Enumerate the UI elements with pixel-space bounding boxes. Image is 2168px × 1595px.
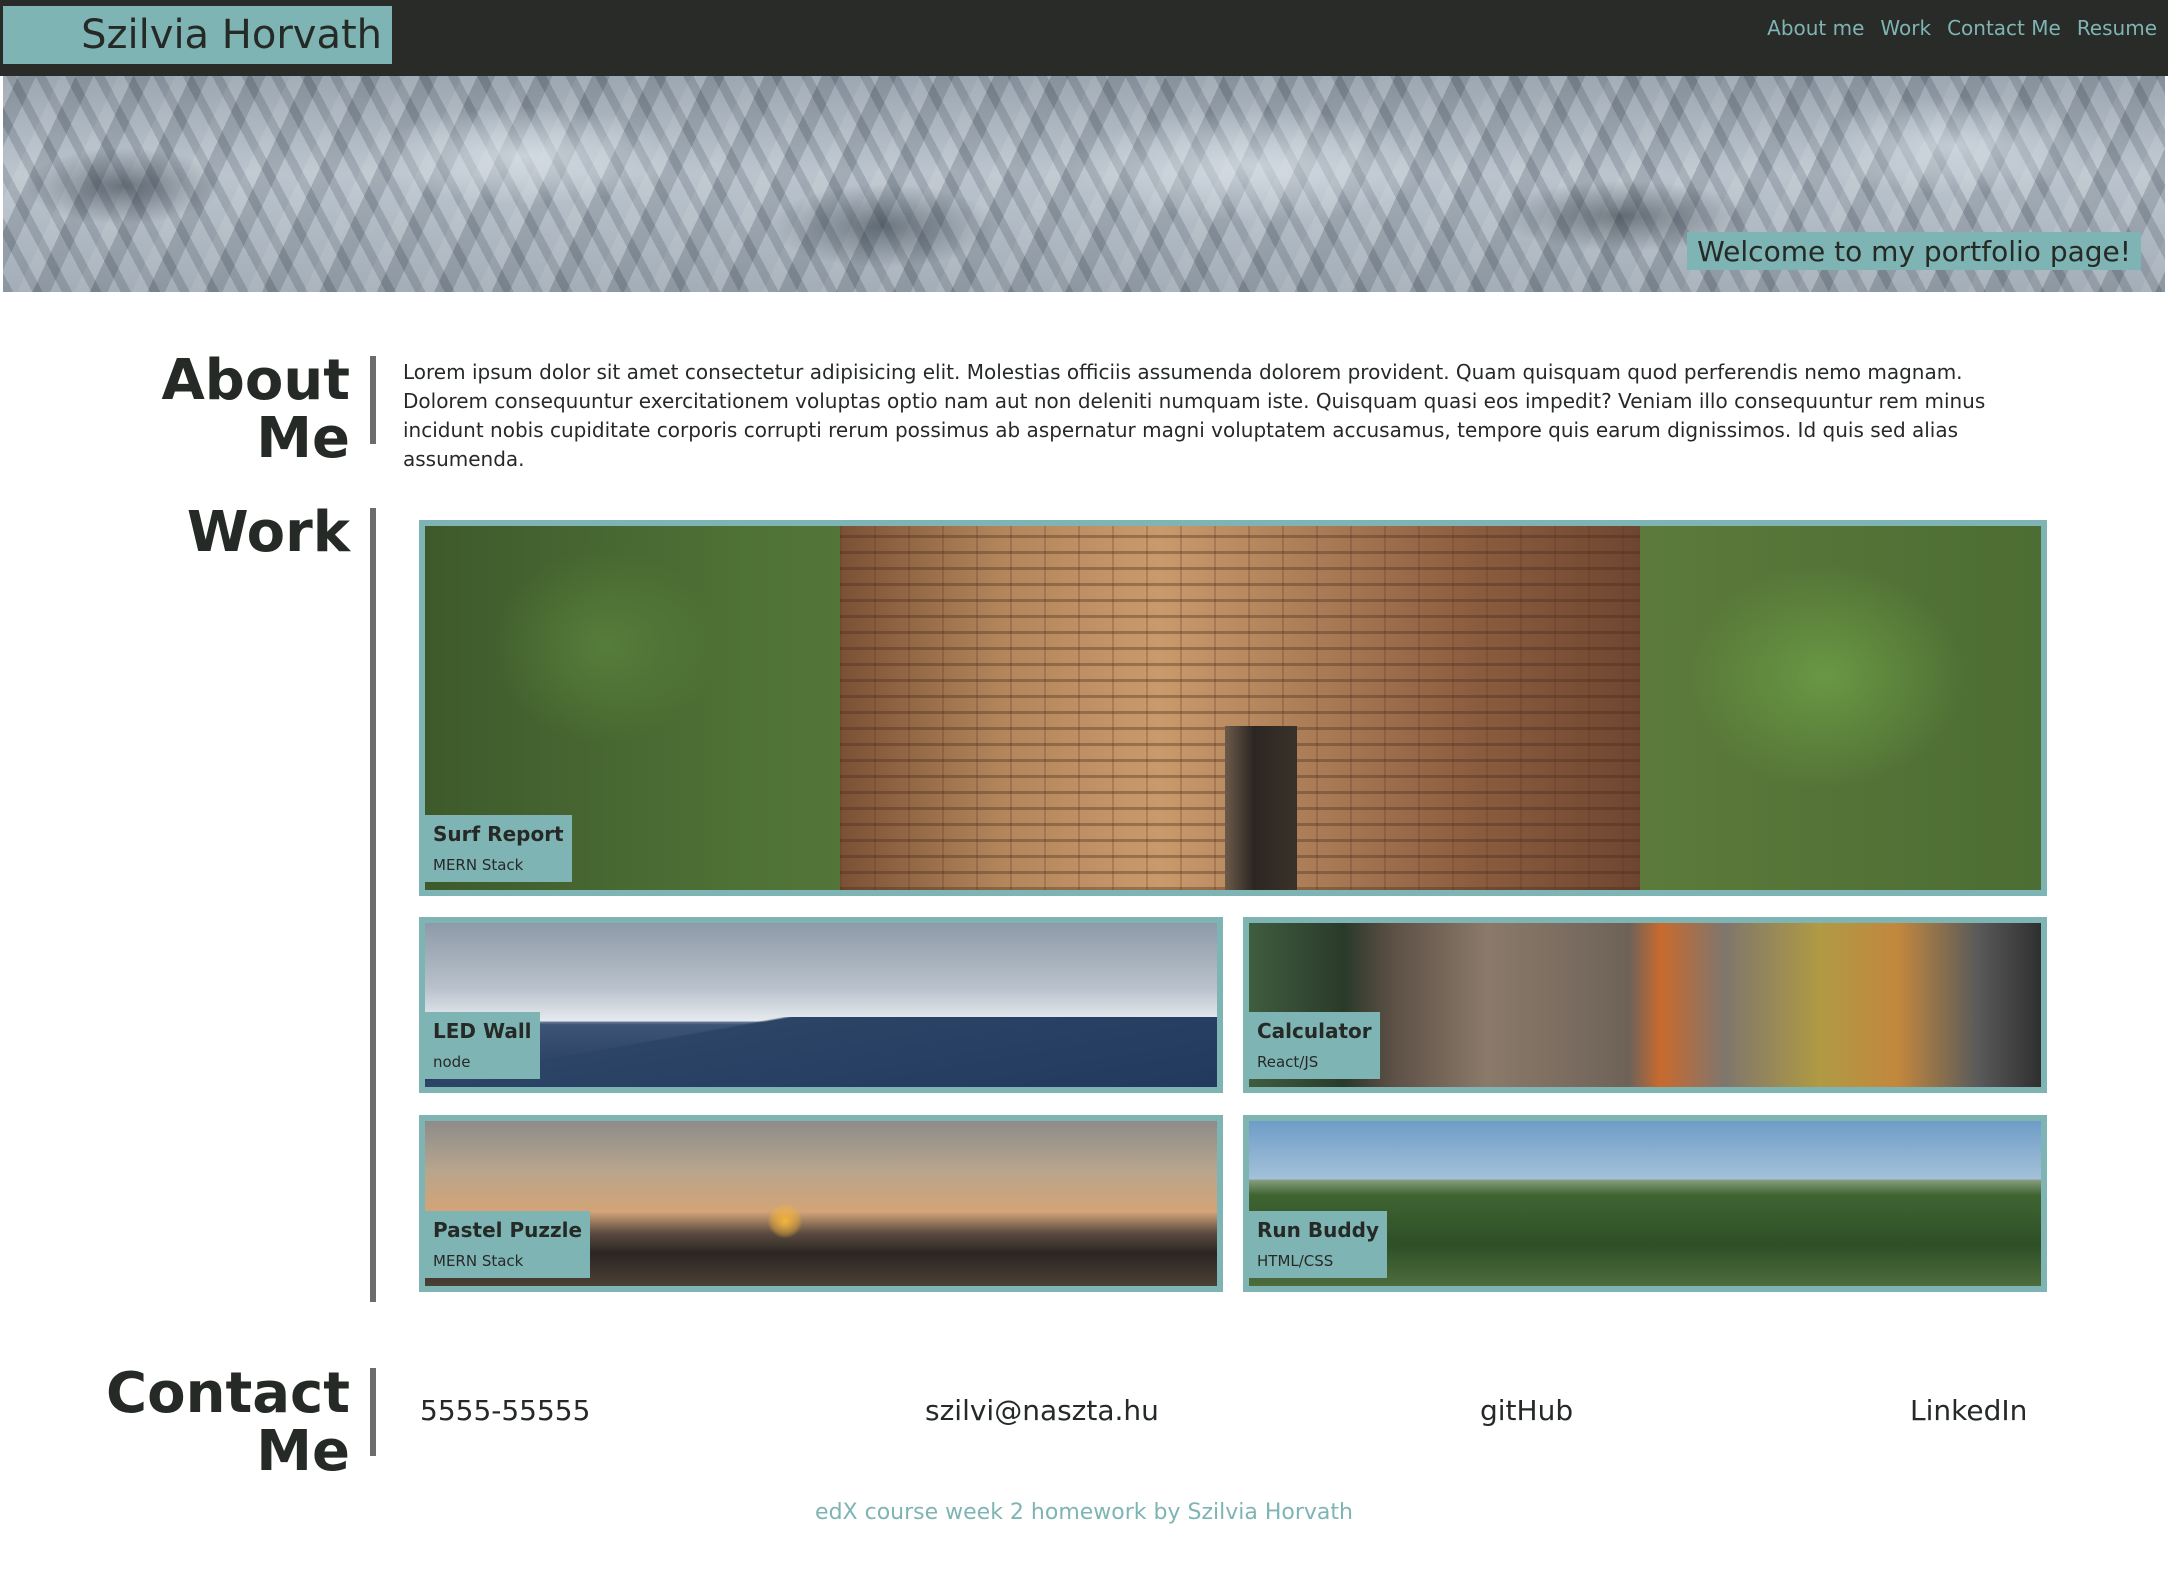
project-stack: React/JS: [1257, 1053, 1319, 1071]
contact-heading-line1: Contact: [106, 1361, 350, 1426]
contact-github-link[interactable]: gitHub: [1480, 1394, 1573, 1427]
hero-banner: Welcome to my portfolio page!: [3, 76, 2165, 292]
contact-heading-line2: Me: [256, 1419, 350, 1484]
project-stack: node: [433, 1053, 471, 1071]
project-card-surf-report[interactable]: Surf Report MERN Stack: [419, 520, 2047, 896]
site-title-text: Szilvia Horvath: [81, 12, 382, 58]
nav-link-work[interactable]: Work: [1880, 16, 1931, 40]
temple-door-shape: [1225, 726, 1297, 890]
project-stack: MERN Stack: [433, 1252, 524, 1270]
project-stack: HTML/CSS: [1257, 1252, 1334, 1270]
project-card-calculator[interactable]: Calculator React/JS: [1243, 917, 2047, 1093]
project-label: Run Buddy HTML/CSS: [1249, 1211, 1387, 1278]
about-divider: [370, 356, 376, 444]
project-title: Surf Report: [433, 822, 564, 846]
page-footer: edX course week 2 homework by Szilvia Ho…: [0, 1500, 2168, 1525]
contact-email[interactable]: szilvi@naszta.hu: [925, 1394, 1159, 1427]
project-title: Pastel Puzzle: [433, 1218, 583, 1242]
hero-tagline: Welcome to my portfolio page!: [1687, 232, 2141, 270]
footer-text: edX course week 2 homework by Szilvia Ho…: [815, 1500, 1353, 1525]
contact-heading: Contact Me: [0, 1365, 350, 1481]
project-image: [425, 526, 2041, 890]
project-title: Run Buddy: [1257, 1218, 1379, 1242]
mountain-shape: [425, 1017, 1217, 1087]
contact-divider: [370, 1368, 376, 1456]
project-label: LED Wall node: [425, 1012, 540, 1079]
nav-link-contact[interactable]: Contact Me: [1947, 16, 2061, 40]
project-label: Calculator React/JS: [1249, 1012, 1380, 1079]
about-heading-line1: About: [161, 348, 350, 413]
work-divider: [370, 508, 376, 1302]
project-card-run-buddy[interactable]: Run Buddy HTML/CSS: [1243, 1115, 2047, 1292]
about-heading-line2: Me: [256, 406, 350, 471]
project-title: LED Wall: [433, 1019, 532, 1043]
contact-linkedin-link[interactable]: LinkedIn: [1910, 1394, 2027, 1427]
project-label: Pastel Puzzle MERN Stack: [425, 1211, 591, 1278]
project-stack: MERN Stack: [433, 856, 524, 874]
nav-link-about[interactable]: About me: [1767, 16, 1864, 40]
nav-link-resume[interactable]: Resume: [2077, 16, 2157, 40]
project-card-pastel-puzzle[interactable]: Pastel Puzzle MERN Stack: [419, 1115, 1223, 1292]
about-heading: About Me: [0, 352, 350, 468]
about-text: Lorem ipsum dolor sit amet consectetur a…: [403, 360, 1986, 471]
project-card-led-wall[interactable]: LED Wall node: [419, 917, 1223, 1093]
site-title[interactable]: Szilvia Horvath: [3, 6, 392, 64]
project-image: [425, 923, 1217, 1087]
main-nav: About me Work Contact Me Resume: [1751, 16, 2157, 40]
top-navbar: Szilvia Horvath About me Work Contact Me…: [0, 0, 2168, 76]
project-title: Calculator: [1257, 1019, 1372, 1043]
project-label: Surf Report MERN Stack: [425, 815, 572, 882]
work-heading: Work: [186, 500, 350, 565]
contact-phone[interactable]: 5555-55555: [420, 1394, 590, 1427]
